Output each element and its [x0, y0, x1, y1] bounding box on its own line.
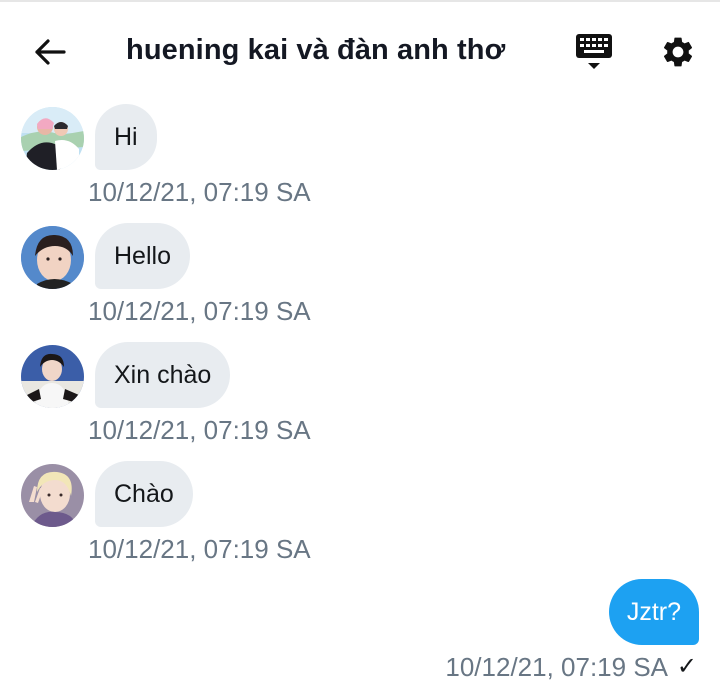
back-button[interactable]: [28, 30, 72, 74]
incoming-message-bubble[interactable]: Hello: [95, 223, 190, 289]
keyboard-icon: [576, 34, 612, 69]
avatar[interactable]: [21, 107, 84, 170]
incoming-message-bubble[interactable]: Xin chào: [95, 342, 231, 408]
settings-button[interactable]: [656, 30, 700, 74]
message-timestamp: 10/12/21, 07:19 SA: [88, 534, 311, 564]
incoming-message-bubble[interactable]: Chào: [95, 461, 193, 527]
outgoing-message-bubble[interactable]: Jztr?: [608, 579, 699, 645]
avatar[interactable]: [21, 464, 84, 527]
incoming-message-bubble[interactable]: Hi: [95, 104, 157, 170]
sent-check-icon: ✓: [676, 653, 697, 680]
conversation-title: huening kai và đàn anh thơ: [126, 34, 506, 66]
arrow-left-icon: [35, 39, 66, 65]
dm-conversation-screen: huening kai và đàn anh thơ Hi 10/12/21, …: [0, 0, 720, 692]
message-timestamp: 10/12/21, 07:19 SA: [445, 652, 668, 682]
avatar[interactable]: [21, 345, 84, 408]
gear-icon: [663, 37, 693, 67]
message-timestamp: 10/12/21, 07:19 SA: [88, 296, 311, 326]
message-timestamp: 10/12/21, 07:19 SA: [88, 415, 311, 445]
conversation-header: huening kai và đàn anh thơ: [0, 2, 720, 94]
keyboard-toggle-button[interactable]: [572, 30, 616, 74]
avatar[interactable]: [21, 226, 84, 289]
message-timestamp: 10/12/21, 07:19 SA: [88, 177, 311, 207]
